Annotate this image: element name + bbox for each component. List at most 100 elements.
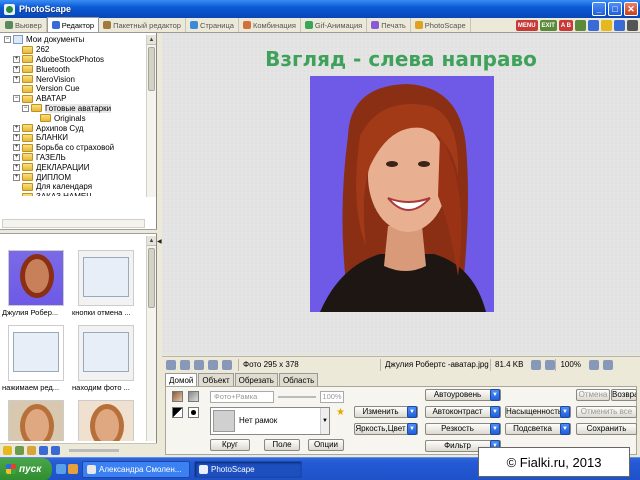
expand-toggle-icon[interactable]: +: [13, 55, 20, 63]
frame-style-icon[interactable]: [188, 391, 199, 402]
tab-module-6[interactable]: Печать: [367, 18, 411, 32]
chevron-down-icon[interactable]: ▼: [320, 408, 329, 434]
frame-type-input[interactable]: Фото+Рамка: [210, 391, 274, 403]
frame-size-slider[interactable]: [278, 396, 316, 398]
expand-toggle-icon[interactable]: +: [13, 144, 20, 152]
maximize-button[interactable]: □: [608, 2, 622, 16]
tree-item[interactable]: − Готовые аватарки: [2, 103, 145, 114]
undo-button[interactable]: Отмена: [576, 389, 610, 401]
thumbnail-item[interactable]: пункт 1.jpg: [72, 400, 140, 441]
tree-scroll-thumb[interactable]: [148, 47, 155, 91]
tree-item[interactable]: + ДЕКЛАРАЦИИ: [2, 162, 145, 172]
chevron-down-icon[interactable]: ▼: [490, 423, 500, 435]
save-button[interactable]: Сохранить: [576, 423, 637, 435]
tree-item[interactable]: ЗАКАЗ НАМЕЧ: [2, 192, 145, 196]
chevron-down-icon[interactable]: ▼: [407, 406, 417, 418]
tab-module-4[interactable]: Комбинация: [239, 18, 301, 32]
tab-module-2[interactable]: Пакетный редактор: [99, 18, 186, 32]
info-icon[interactable]: [222, 359, 232, 370]
forward-arrow-icon[interactable]: [51, 446, 60, 455]
expand-toggle-icon[interactable]: +: [13, 153, 20, 161]
tab-module-0[interactable]: Вьювер: [1, 18, 47, 32]
tab-module-5[interactable]: Gif-Анимация: [301, 18, 368, 32]
tree-item[interactable]: − Мои документы: [2, 35, 145, 45]
options-button[interactable]: Опции: [308, 439, 344, 451]
start-button[interactable]: пуск: [0, 457, 52, 480]
tree-item[interactable]: + Борьба со страховой: [2, 143, 145, 153]
tree-item[interactable]: Originals: [2, 113, 145, 123]
expand-toggle-icon[interactable]: +: [13, 124, 20, 132]
chevron-down-icon[interactable]: ▼: [490, 389, 500, 401]
thumbnail-item[interactable]: кнопки отмена ...: [72, 250, 140, 322]
color-icon[interactable]: [188, 407, 199, 418]
favorite-star-icon[interactable]: ★: [336, 407, 345, 418]
tab-home[interactable]: Домой: [165, 373, 198, 386]
desktop-icon[interactable]: [56, 464, 66, 474]
chevron-down-icon[interactable]: ▼: [490, 406, 500, 418]
expand-toggle-icon[interactable]: −: [13, 95, 20, 103]
field-button[interactable]: Поле: [264, 439, 300, 451]
zoom-in-icon[interactable]: [588, 359, 599, 370]
expand-toggle-icon[interactable]: +: [13, 163, 20, 171]
back-arrow-icon[interactable]: [39, 446, 48, 455]
expand-toggle-icon[interactable]: −: [22, 104, 29, 112]
expand-toggle-icon[interactable]: +: [13, 134, 20, 142]
thumbnail-size-slider[interactable]: [69, 449, 119, 452]
tree-scrollbar[interactable]: ▲: [146, 35, 156, 197]
expand-toggle-icon[interactable]: +: [13, 173, 20, 181]
tree-item[interactable]: + ГАЗЕЛЬ: [2, 153, 145, 163]
tab-module-1[interactable]: Редактор: [46, 17, 100, 32]
window-list-icon[interactable]: [627, 20, 638, 31]
tree-item[interactable]: + Архипов Суд: [2, 123, 145, 133]
refresh-icon[interactable]: [15, 446, 24, 455]
expand-toggle-icon[interactable]: +: [13, 65, 20, 73]
favorite-star-icon[interactable]: [3, 446, 12, 455]
chevron-down-icon[interactable]: ▼: [560, 406, 570, 418]
minimize-button[interactable]: _: [592, 2, 606, 16]
rotate-left-icon[interactable]: [166, 359, 176, 370]
round-button[interactable]: Круг: [210, 439, 250, 451]
zoom-level[interactable]: 100%: [555, 358, 584, 371]
scroll-up-icon[interactable]: ▲: [147, 236, 156, 246]
frame-size-percent[interactable]: 100%: [320, 391, 344, 403]
frame-style-icon[interactable]: [172, 391, 183, 402]
tab-module-7[interactable]: PhotoScape: [411, 18, 471, 32]
tree-item[interactable]: + NeroVision: [2, 74, 145, 84]
tree-item[interactable]: + AdobeStockPhotos: [2, 55, 145, 65]
close-button[interactable]: ✕: [624, 2, 638, 16]
taskbar-item-photoscape[interactable]: PhotoScape: [194, 460, 302, 478]
frame-selector[interactable]: Нет рамок ▼: [210, 407, 330, 435]
help-icon[interactable]: [614, 20, 625, 31]
scroll-up-icon[interactable]: ▲: [147, 35, 156, 45]
rotate-right-icon[interactable]: [180, 359, 190, 370]
actual-size-icon[interactable]: [545, 359, 556, 370]
zoom-out-icon[interactable]: [602, 359, 613, 370]
tree-item[interactable]: 262: [2, 45, 145, 55]
tab-region[interactable]: Область: [278, 373, 319, 386]
thumbnail-item[interactable]: нажимаем ред...: [2, 325, 70, 397]
tree-item[interactable]: + ДИПЛОМ: [2, 172, 145, 182]
edited-photo[interactable]: [310, 76, 494, 312]
undo-all-button[interactable]: Отменить все: [576, 406, 637, 418]
expand-toggle-icon[interactable]: −: [4, 36, 11, 44]
tree-item[interactable]: + Bluetooth: [2, 64, 145, 74]
redo-button[interactable]: Возврат: [611, 389, 637, 401]
thumbnail-item[interactable]: пункт 1 -1jpg.jpg: [2, 400, 70, 441]
light-icon[interactable]: [601, 20, 612, 31]
flip-icon[interactable]: [194, 359, 204, 370]
print-icon[interactable]: [208, 359, 218, 370]
menu-button[interactable]: MENU: [515, 20, 538, 31]
image-canvas[interactable]: Взгляд - слева направо: [162, 33, 640, 355]
tree-item[interactable]: + БЛАНКИ: [2, 133, 145, 143]
tab-object[interactable]: Объект: [198, 373, 234, 386]
panel-splitter[interactable]: [0, 229, 157, 234]
tree-item[interactable]: − АВАТАР: [2, 94, 145, 104]
taskbar-item-chat[interactable]: Александра Смолен...: [82, 460, 190, 478]
browser-icon[interactable]: [68, 464, 78, 474]
tree-item[interactable]: Для календаря: [2, 182, 145, 192]
thumbnail-item[interactable]: находим фото ...: [72, 325, 140, 397]
exit-button[interactable]: EXIT: [539, 20, 557, 31]
tree-horizontal-scrollbar[interactable]: [2, 219, 145, 228]
chevron-down-icon[interactable]: ▼: [560, 423, 570, 435]
language-button[interactable]: A B: [558, 20, 573, 31]
